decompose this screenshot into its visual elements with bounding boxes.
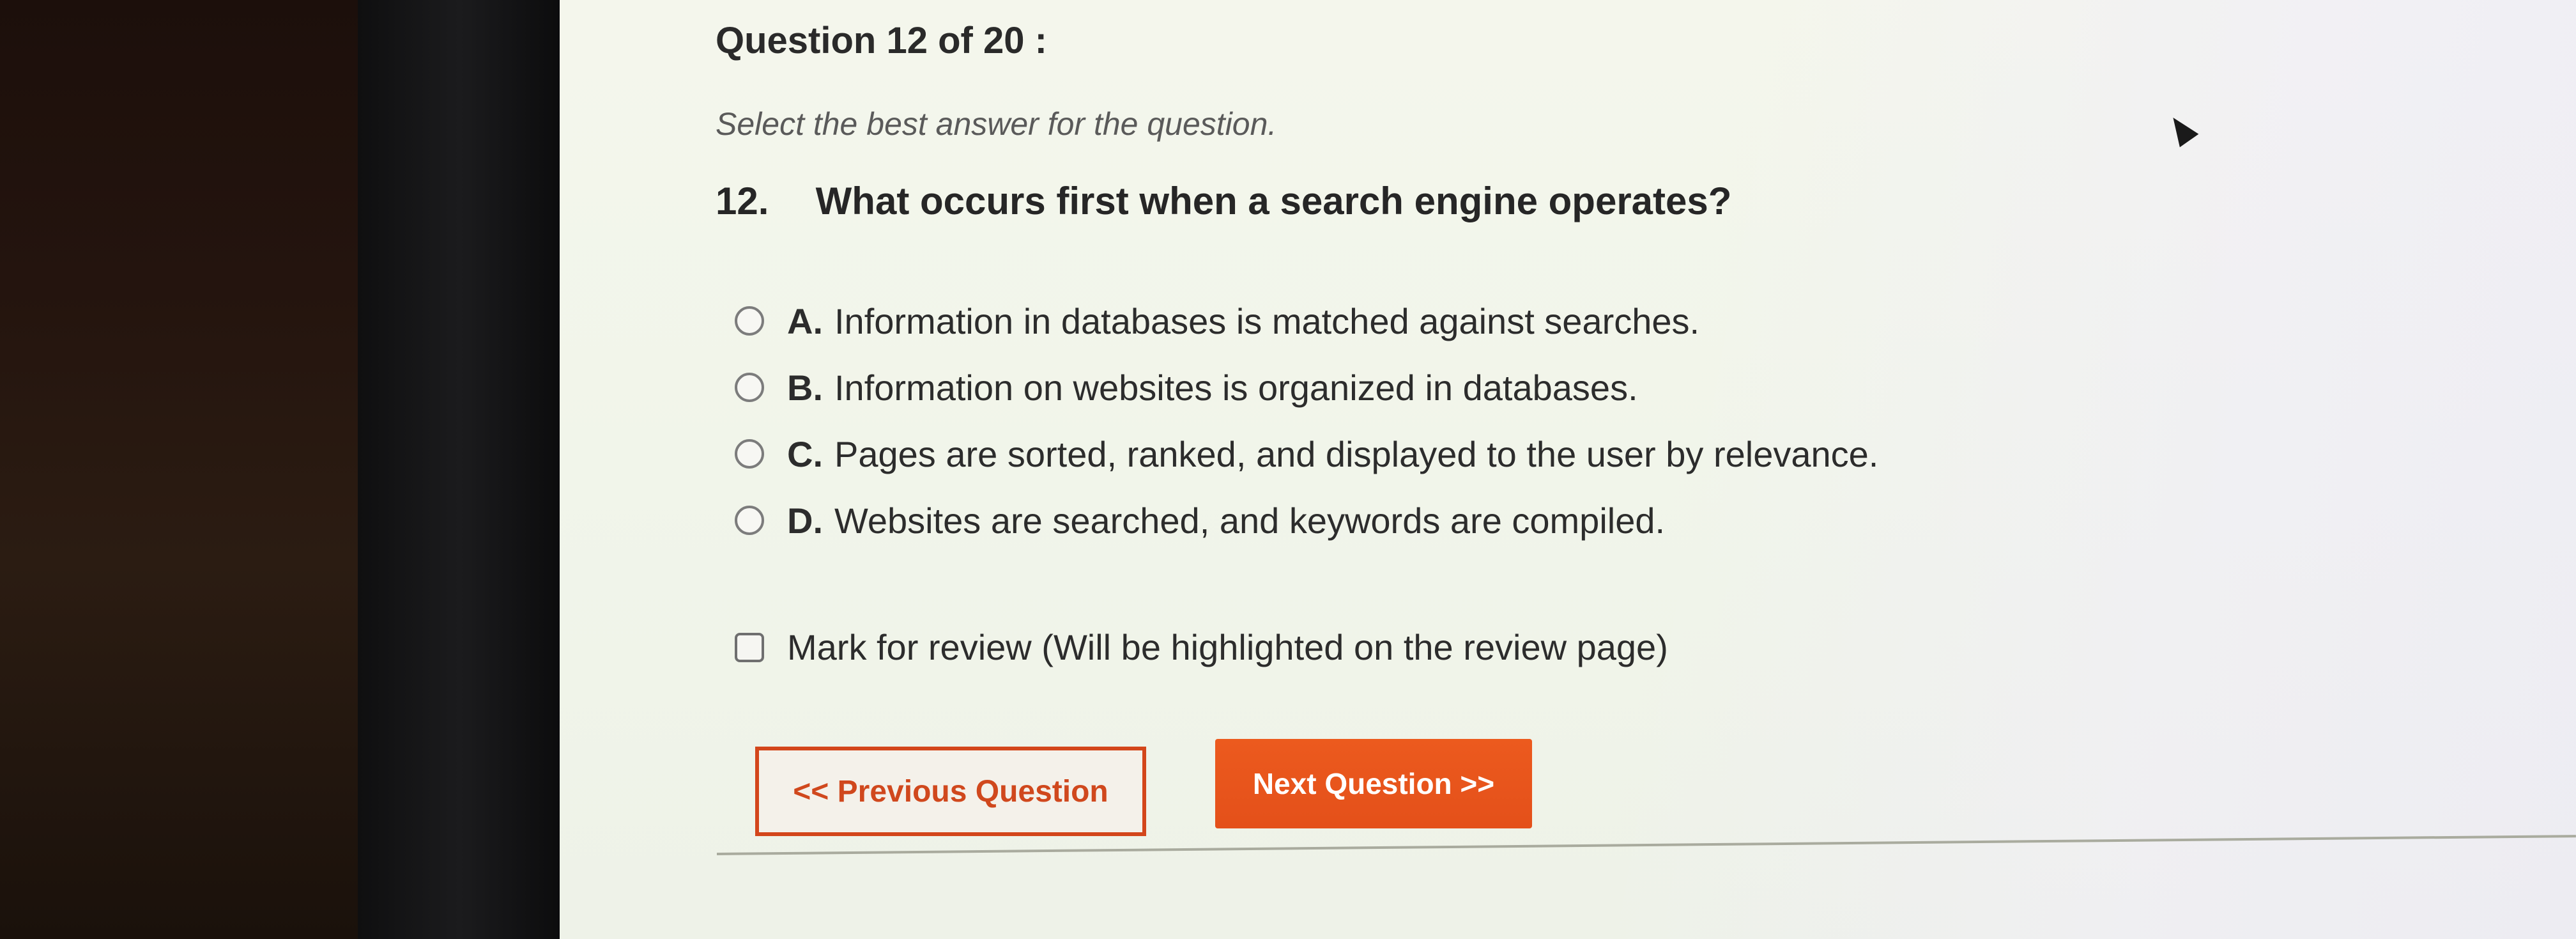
option-text: Information in databases is matched agai…	[834, 300, 1700, 341]
answer-options: A. Information in databases is matched a…	[735, 288, 2268, 554]
question-counter: Question 12 of 20 :	[716, 20, 1047, 61]
radio-button-icon[interactable]	[735, 506, 764, 535]
radio-button-icon[interactable]	[735, 373, 764, 402]
option-letter: C.	[787, 433, 823, 474]
option-letter: D.	[787, 500, 823, 541]
next-question-button[interactable]: Next Question >>	[1215, 739, 1532, 828]
monitor-bezel	[358, 0, 562, 939]
option-text: Information on websites is organized in …	[834, 367, 1638, 408]
option-a[interactable]: A. Information in databases is matched a…	[735, 288, 2268, 354]
option-letter: A.	[787, 300, 823, 341]
desk-background	[0, 0, 383, 939]
option-b[interactable]: B. Information on websites is organized …	[735, 354, 2268, 421]
checkbox-icon[interactable]	[735, 632, 764, 662]
mark-for-review[interactable]: Mark for review (Will be highlighted on …	[735, 626, 1668, 668]
radio-button-icon[interactable]	[735, 439, 764, 469]
option-text: Websites are searched, and keywords are …	[834, 500, 1666, 541]
radio-button-icon[interactable]	[735, 306, 764, 336]
question-text: What occurs first when a search engine o…	[815, 180, 1732, 222]
question-prompt: 12. What occurs first when a search engi…	[716, 179, 1731, 223]
option-text: Pages are sorted, ranked, and displayed …	[834, 433, 1879, 474]
quiz-page: Question 12 of 20 : Select the best answ…	[716, 19, 2441, 836]
previous-question-button[interactable]: << Previous Question	[755, 747, 1146, 836]
option-d[interactable]: D. Websites are searched, and keywords a…	[735, 487, 2268, 554]
instructions-text: Select the best answer for the question.	[716, 106, 1277, 142]
question-number: 12.	[716, 180, 769, 222]
review-label: Mark for review (Will be highlighted on …	[787, 627, 1668, 667]
option-c[interactable]: C. Pages are sorted, ranked, and display…	[735, 421, 2268, 487]
option-letter: B.	[787, 367, 823, 408]
